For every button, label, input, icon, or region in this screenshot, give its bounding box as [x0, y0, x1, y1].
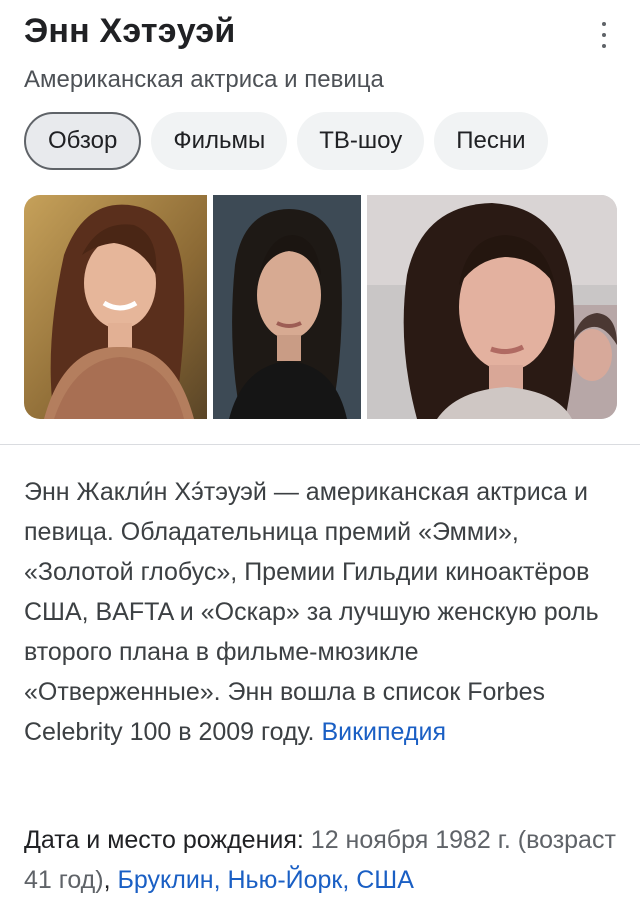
photo-2[interactable] [213, 195, 361, 419]
wikipedia-link[interactable]: Википедия [321, 718, 446, 746]
tab-overview[interactable]: Обзор [24, 112, 142, 170]
tab-films[interactable]: Фильмы [151, 112, 288, 170]
birth-label: Дата и место рождения [24, 826, 297, 854]
photo-strip [24, 195, 617, 419]
knowledge-panel: Энн Хэтэуэй Американская актриса и певиц… [0, 0, 640, 908]
tab-bar: Обзор Фильмы ТВ-шоу Песни [24, 112, 548, 170]
more-vert-icon[interactable] [592, 22, 616, 48]
page-subtitle: Американская актриса и певица [24, 66, 384, 93]
page-title: Энн Хэтэуэй [24, 12, 236, 50]
birth-place-link[interactable]: Бруклин, Нью-Йорк, США [118, 866, 414, 894]
section-divider [0, 444, 640, 445]
tab-songs[interactable]: Песни [434, 112, 548, 170]
description: Энн Жакли́н Хэ́тэуэй — американская актр… [24, 472, 616, 752]
birth-info: Дата и место рождения: 12 ноября 1982 г.… [24, 826, 616, 894]
description-text: Энн Жакли́н Хэ́тэуэй — американская актр… [24, 478, 599, 746]
photo-3[interactable] [367, 195, 617, 419]
tab-tv-shows[interactable]: ТВ-шоу [297, 112, 425, 170]
photo-1[interactable] [24, 195, 207, 419]
